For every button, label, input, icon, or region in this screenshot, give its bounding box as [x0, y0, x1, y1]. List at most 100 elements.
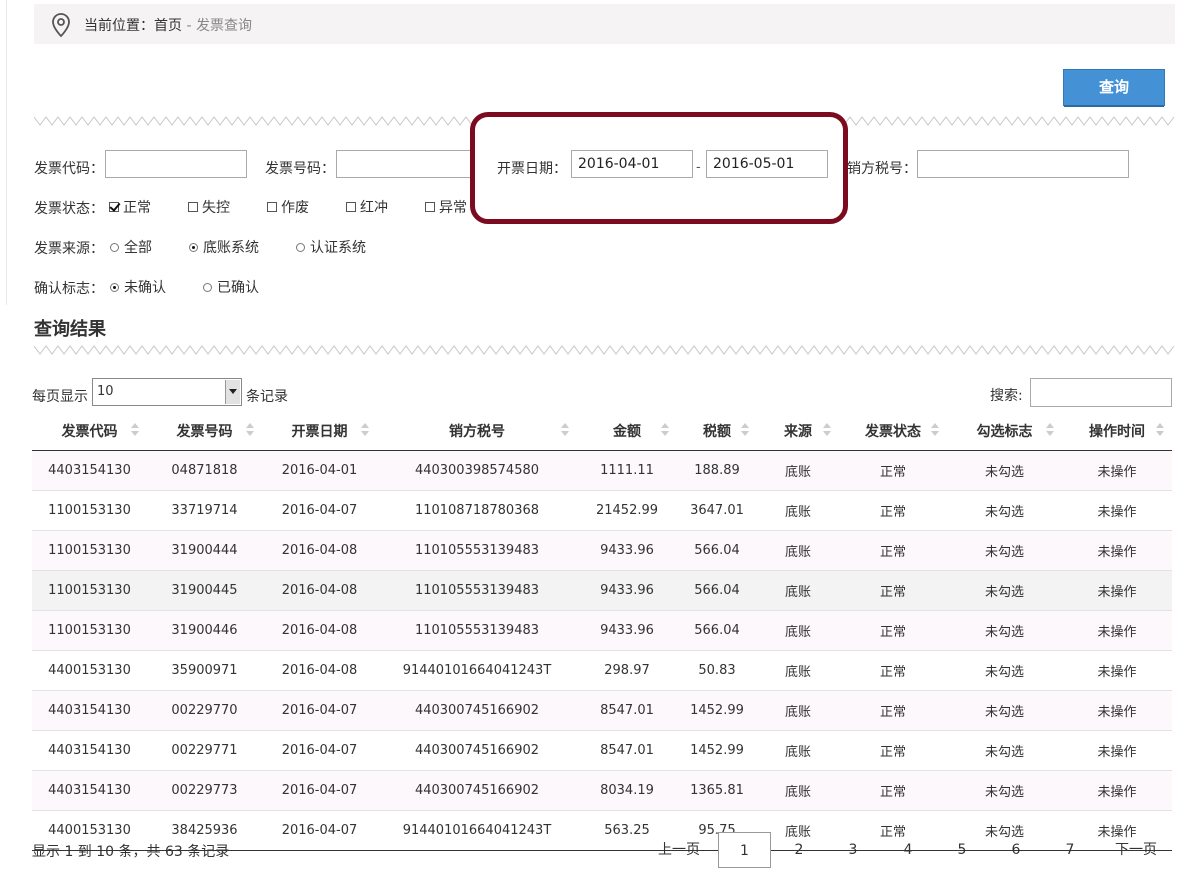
cell-seller-tax: 440300398574580	[377, 450, 577, 491]
cell-source: 底账	[757, 490, 839, 531]
table-row[interactable]: 4400153130 35900971 2016-04-08 914401016640…	[32, 650, 1172, 691]
cell-operation-time: 未操作	[1062, 690, 1172, 731]
table-row[interactable]: 1100153130 31900444 2016-04-08 110105553139…	[32, 530, 1172, 571]
cell-invoice-code: 4403154130	[32, 690, 147, 731]
checkbox-icon[interactable]	[109, 202, 119, 212]
checkbox-icon[interactable]	[188, 202, 198, 212]
chevron-down-icon[interactable]	[225, 380, 240, 404]
source-option-ledger[interactable]: 底账系统	[189, 237, 259, 257]
sort-icon[interactable]	[246, 423, 254, 437]
sort-icon[interactable]	[1046, 423, 1054, 437]
cell-seller-tax: 440300745166902	[377, 770, 577, 811]
table-row[interactable]: 1100153130 33719714 2016-04-07 110108718780…	[32, 490, 1172, 531]
checkbox-icon[interactable]	[346, 202, 356, 212]
column-header-label: 来源	[784, 424, 812, 440]
cell-invoice-code: 1100153130	[32, 610, 147, 651]
cell-issue-date: 2016-04-07	[262, 490, 377, 531]
pagination-prev[interactable]: 上一页	[650, 832, 708, 868]
status-option-void[interactable]: 作废	[267, 197, 309, 217]
page-size-label: 每页显示	[32, 389, 88, 405]
column-header-tax[interactable]: 税额	[677, 412, 757, 451]
status-option-normal[interactable]: 正常	[109, 197, 151, 217]
pagination-page[interactable]: 4	[891, 832, 925, 868]
pagination-page[interactable]: 5	[945, 832, 979, 868]
cell-amount: 298.97	[577, 650, 677, 691]
cell-seller-tax: 440300745166902	[377, 730, 577, 771]
column-header-invoice-code[interactable]: 发票代码	[32, 412, 147, 451]
column-header-issue-date[interactable]: 开票日期	[262, 412, 377, 451]
table-row[interactable]: 1100153130 31900445 2016-04-08 110105553139…	[32, 570, 1172, 611]
table-row[interactable]: 4403154130 00229770 2016-04-07 440300745166…	[32, 690, 1172, 731]
column-header-label: 金额	[613, 424, 641, 440]
query-button[interactable]: 查询	[1063, 69, 1165, 107]
cell-issue-date: 2016-04-01	[262, 450, 377, 491]
sort-icon[interactable]	[823, 423, 831, 437]
date-from-input[interactable]	[571, 150, 693, 178]
table-row[interactable]: 4403154130 04871818 2016-04-01 440300398574…	[32, 450, 1172, 491]
radio-icon[interactable]	[296, 242, 305, 252]
cell-check-flag: 未勾选	[947, 650, 1062, 691]
confirm-option-unconfirmed[interactable]: 未确认	[110, 277, 166, 297]
column-header-seller-tax[interactable]: 销方税号	[377, 412, 577, 451]
breadcrumb-home-link[interactable]: 首页	[154, 18, 182, 34]
table-row[interactable]: 4403154130 00229771 2016-04-07 440300745166…	[32, 730, 1172, 771]
radio-icon[interactable]	[110, 242, 119, 252]
sort-icon[interactable]	[131, 423, 139, 437]
status-option-label: 异常	[439, 200, 467, 216]
pagination-page[interactable]: 3	[836, 832, 870, 868]
checkbox-icon[interactable]	[267, 202, 277, 212]
source-option-all[interactable]: 全部	[110, 237, 152, 257]
cell-check-flag: 未勾选	[947, 730, 1062, 771]
invoice-number-input[interactable]	[336, 150, 478, 178]
column-header-amount[interactable]: 金额	[577, 412, 677, 451]
cell-invoice-code: 1100153130	[32, 530, 147, 571]
sort-icon[interactable]	[361, 423, 369, 437]
radio-icon[interactable]	[110, 282, 119, 292]
cell-invoice-number: 31900444	[147, 530, 262, 571]
invoice-code-input[interactable]	[105, 150, 247, 178]
sort-icon[interactable]	[561, 423, 569, 437]
seller-tax-input[interactable]	[917, 150, 1129, 178]
zigzag-divider	[34, 345, 1175, 355]
page-size-select[interactable]: 10	[92, 378, 242, 406]
cell-invoice-code: 4403154130	[32, 450, 147, 491]
column-header-source[interactable]: 来源	[757, 412, 839, 451]
radio-icon[interactable]	[189, 242, 198, 252]
pagination-next[interactable]: 下一页	[1106, 832, 1166, 868]
sort-icon[interactable]	[1156, 423, 1164, 437]
confirm-option-confirmed[interactable]: 已确认	[203, 277, 259, 297]
sort-icon[interactable]	[661, 423, 669, 437]
search-input[interactable]	[1030, 378, 1172, 407]
cell-amount: 8547.01	[577, 690, 677, 731]
status-option-out-of-control[interactable]: 失控	[188, 197, 230, 217]
sort-icon[interactable]	[931, 423, 939, 437]
table-row[interactable]: 1100153130 31900446 2016-04-08 110105553139…	[32, 610, 1172, 651]
column-header-check-flag[interactable]: 勾选标志	[947, 412, 1062, 451]
pagination-page[interactable]: 7	[1053, 832, 1087, 868]
cell-tax: 188.89	[677, 450, 757, 491]
cell-invoice-code: 1100153130	[32, 490, 147, 531]
source-option-certification[interactable]: 认证系统	[296, 237, 366, 257]
column-header-operation-time[interactable]: 操作时间	[1062, 412, 1172, 451]
column-header-invoice-number[interactable]: 发票号码	[147, 412, 262, 451]
table-row[interactable]: 4403154130 00229773 2016-04-07 440300745166…	[32, 770, 1172, 811]
breadcrumb-prefix: 当前位置：	[84, 18, 154, 34]
pagination-page[interactable]: 2	[782, 832, 816, 868]
page-size-value: 10	[97, 384, 114, 399]
cell-status: 正常	[839, 490, 947, 531]
cell-status: 正常	[839, 650, 947, 691]
column-header-status[interactable]: 发票状态	[839, 412, 947, 451]
pagination-page[interactable]: 1	[718, 832, 771, 868]
pagination-page[interactable]: 6	[999, 832, 1033, 868]
cell-operation-time: 未操作	[1062, 490, 1172, 531]
status-option-red-reversal[interactable]: 红冲	[346, 197, 388, 217]
status-option-abnormal[interactable]: 异常	[425, 197, 467, 217]
checkbox-icon[interactable]	[425, 202, 435, 212]
sort-icon[interactable]	[741, 423, 749, 437]
results-title: 查询结果	[34, 319, 106, 340]
radio-icon[interactable]	[203, 282, 212, 292]
cell-status: 正常	[839, 690, 947, 731]
date-to-input[interactable]	[706, 150, 828, 178]
status-option-label: 作废	[281, 200, 309, 216]
cell-invoice-number: 31900445	[147, 570, 262, 611]
